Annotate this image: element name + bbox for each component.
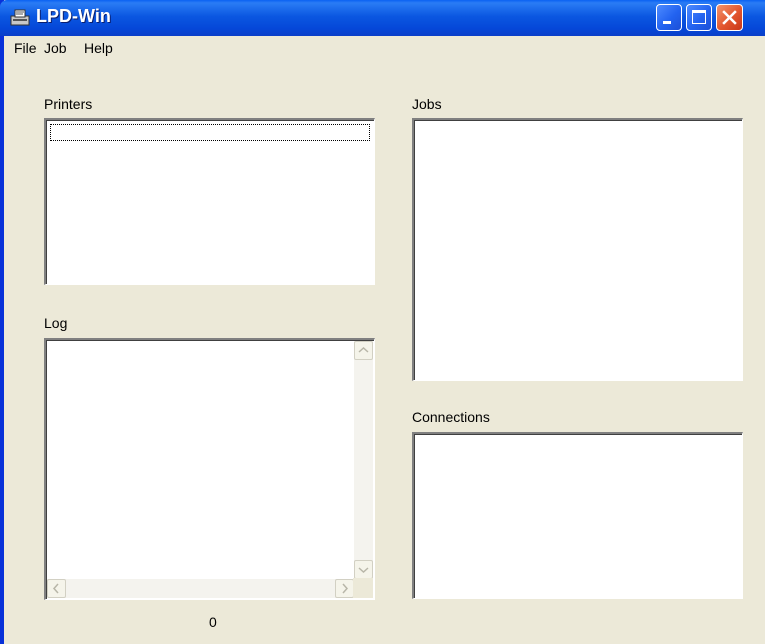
main-window: LPD-Win File Job Help Printers Jobs Log …: [0, 0, 765, 644]
log-label: Log: [44, 315, 68, 331]
scroll-right-button[interactable]: [335, 579, 354, 598]
connections-list[interactable]: [412, 432, 743, 599]
printers-list[interactable]: [44, 118, 375, 285]
connections-label: Connections: [412, 409, 490, 425]
menu-bar: File Job Help: [4, 36, 765, 58]
menu-file[interactable]: File: [14, 40, 37, 56]
chevron-left-icon: [52, 583, 59, 594]
chevron-right-icon: [342, 583, 349, 594]
jobs-list[interactable]: [412, 118, 743, 381]
menu-job[interactable]: Job: [44, 40, 67, 56]
maximize-icon: [692, 10, 706, 24]
printer-icon[interactable]: [10, 8, 30, 28]
minimize-button[interactable]: [656, 4, 682, 31]
status-count: 0: [209, 614, 217, 630]
close-button[interactable]: [716, 4, 743, 31]
printers-label: Printers: [44, 96, 93, 112]
scrollbar-corner: [353, 578, 373, 598]
window-title: LPD-Win: [36, 6, 111, 26]
jobs-label: Jobs: [412, 96, 442, 112]
scroll-down-button[interactable]: [354, 560, 373, 579]
chevron-up-icon: [358, 346, 369, 353]
scroll-left-button[interactable]: [47, 579, 66, 598]
horizontal-scrollbar[interactable]: [47, 579, 354, 598]
scroll-up-button[interactable]: [354, 341, 373, 360]
menu-help[interactable]: Help: [84, 40, 113, 56]
maximize-button[interactable]: [686, 4, 712, 31]
minimize-icon: [663, 21, 671, 24]
close-icon: [722, 10, 737, 25]
focus-row[interactable]: [50, 124, 370, 141]
title-bar[interactable]: LPD-Win: [0, 0, 765, 36]
chevron-down-icon: [358, 567, 369, 574]
vertical-scrollbar[interactable]: [354, 341, 373, 579]
log-textarea[interactable]: [44, 338, 375, 600]
